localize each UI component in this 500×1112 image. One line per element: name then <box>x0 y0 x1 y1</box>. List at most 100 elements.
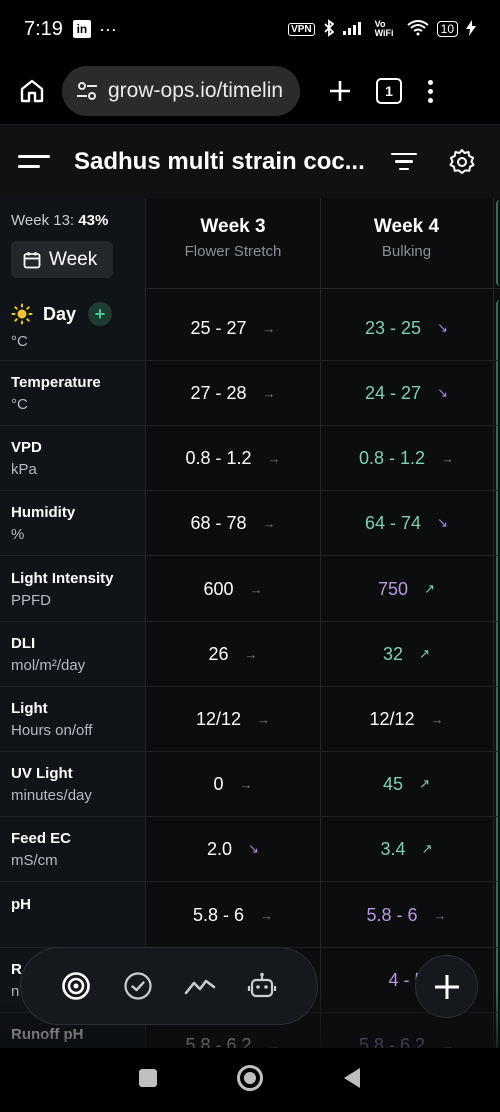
table-row: VPD kPa 0.8 - 1.2 → 0.8 - 1.2 → <box>0 426 500 491</box>
week-phase: Flower Stretch <box>184 243 282 260</box>
sun-icon <box>11 303 33 325</box>
nav-target[interactable] <box>45 958 107 1014</box>
next-week-edge <box>496 200 500 286</box>
page-title: Sadhus multi strain coc... <box>74 147 365 175</box>
row-label: DLI <box>11 635 36 652</box>
value-cell[interactable]: 24 - 27 ↘ <box>320 361 493 425</box>
value-cell[interactable]: 12/12 → <box>320 687 493 751</box>
trend-arrow-icon: ↘ <box>437 515 448 530</box>
cell-value: 45 <box>383 773 404 794</box>
trend-arrow-icon: → <box>433 907 447 923</box>
value-cell[interactable]: 68 - 78 → <box>146 491 320 555</box>
site-settings-icon[interactable] <box>76 81 98 101</box>
vpn-badge: VPN <box>288 22 315 36</box>
trend-arrow-icon: → <box>257 711 271 727</box>
trend-arrow-icon: → <box>262 515 276 531</box>
value-cell[interactable]: 600 → <box>146 557 320 621</box>
cell-value: 5.8 - 6 <box>192 904 245 925</box>
home-icon <box>20 79 44 103</box>
cell-value: 25 - 27 <box>190 317 247 338</box>
new-tab-button[interactable] <box>322 73 358 109</box>
value-cell[interactable]: 27 - 28 → <box>146 361 320 425</box>
more-dots-icon: ··· <box>98 18 117 39</box>
value-cell[interactable]: 23 - 25 ↘ <box>320 296 493 360</box>
trend-arrow-icon: → <box>239 776 253 792</box>
nav-tasks[interactable] <box>107 958 169 1014</box>
week-column-header[interactable]: Week 3 Flower Stretch <box>146 198 320 288</box>
week-view-button[interactable]: Week <box>11 241 113 278</box>
week-view-label: Week <box>49 248 98 270</box>
value-cell[interactable]: 750 ↗ <box>320 557 493 621</box>
plus-icon <box>330 81 350 101</box>
clock: 7:19 <box>24 17 63 40</box>
row-unit: °C <box>11 396 28 413</box>
day-toggle[interactable]: Day + <box>11 302 113 326</box>
value-cell[interactable]: 45 ↗ <box>320 752 493 816</box>
value-cell[interactable]: 2.0 ↘ <box>146 817 320 881</box>
vowifi-label: Vo WiFi <box>374 19 394 38</box>
row-unit: kPa <box>11 461 37 478</box>
value-cell[interactable]: 0.8 - 1.2 → <box>146 426 320 490</box>
value-cell[interactable]: 5.8 - 6 → <box>146 883 320 947</box>
trend-arrow-icon: ↗ <box>419 776 430 791</box>
table-row: DLI mol/m²/day 26 → 32 ↗ <box>0 622 500 687</box>
app-header: Sadhus multi strain coc... <box>0 124 500 198</box>
value-cell[interactable]: 0 → <box>146 752 320 816</box>
cell-value: 12/12 <box>369 708 415 729</box>
add-button[interactable] <box>415 955 478 1018</box>
trend-arrow-icon: → <box>244 646 258 662</box>
value-cell[interactable]: 32 ↗ <box>320 622 493 686</box>
table-row: UV Light minutes/day 0 → 45 ↗ <box>0 752 500 817</box>
table-row: Light Hours on/off 12/12 → 12/12 → <box>0 687 500 752</box>
cell-value: 600 <box>203 578 234 599</box>
nav-assistant[interactable] <box>231 958 293 1014</box>
trend-arrow-icon: ↗ <box>421 841 433 856</box>
value-cell[interactable]: 26 → <box>146 622 320 686</box>
row-unit: mS/cm <box>11 852 58 869</box>
row-unit: Hours on/off <box>11 722 93 739</box>
table-row: pH 5.8 - 6 → 5.8 - 6 → <box>0 883 500 948</box>
cell-value: 2.0 <box>207 838 233 859</box>
nav-charts[interactable] <box>169 958 231 1014</box>
cell-value: 32 <box>383 643 404 664</box>
status-bar: 7:19 in ··· VPN Vo WiFi 10 <box>0 0 500 58</box>
value-cell[interactable]: 64 - 74 ↘ <box>320 491 493 555</box>
calendar-icon <box>23 251 41 269</box>
filter-icon[interactable] <box>390 152 418 171</box>
timeline-grid: Week 13: 43% Week Week 3 Flower Stretch … <box>0 198 500 1048</box>
row-unit: mol/m²/day <box>11 657 86 674</box>
home-button[interactable] <box>14 73 50 109</box>
check-circle-icon <box>124 972 152 1000</box>
trend-arrow-icon: → <box>267 450 281 466</box>
value-cell[interactable]: 5.8 - 6 → <box>320 883 493 947</box>
value-cell[interactable]: 3.4 ↗ <box>320 817 493 881</box>
recents-button[interactable] <box>138 1068 158 1093</box>
gear-icon[interactable] <box>448 148 476 176</box>
week-phase: Bulking <box>381 243 432 260</box>
back-button[interactable] <box>342 1067 362 1094</box>
week-progress-label: Week 13: <box>11 212 75 229</box>
cell-value: 64 - 74 <box>365 512 422 533</box>
battery-indicator: 10 <box>436 21 458 37</box>
url-text: grow-ops.io/timelin <box>108 79 284 102</box>
tab-switcher-button[interactable]: 1 <box>376 78 402 104</box>
cell-value: 26 <box>208 643 229 664</box>
browser-menu-button[interactable] <box>428 79 433 103</box>
week-column-header[interactable]: Week 4 Bulking <box>320 198 493 288</box>
table-row: Feed EC mS/cm 2.0 ↘ 3.4 ↗ <box>0 817 500 882</box>
hamburger-menu-icon[interactable] <box>18 155 52 168</box>
linkedin-icon: in <box>72 20 91 38</box>
value-cell[interactable]: 25 - 27 → <box>146 296 320 360</box>
address-bar[interactable]: grow-ops.io/timelin <box>62 66 300 116</box>
trend-arrow-icon: → <box>430 711 444 727</box>
add-day-button[interactable]: + <box>88 302 113 326</box>
table-row: Temperature °C 27 - 28 → 24 - 27 ↘ <box>0 361 500 426</box>
cell-value: 24 - 27 <box>365 382 422 403</box>
home-system-button[interactable] <box>236 1064 264 1097</box>
trend-arrow-icon: ↘ <box>437 385 448 400</box>
header-divider <box>146 288 500 289</box>
value-cell[interactable]: 12/12 → <box>146 687 320 751</box>
row-label: Light Intensity <box>11 570 114 587</box>
target-icon <box>62 972 90 1000</box>
value-cell[interactable]: 0.8 - 1.2 → <box>320 426 493 490</box>
